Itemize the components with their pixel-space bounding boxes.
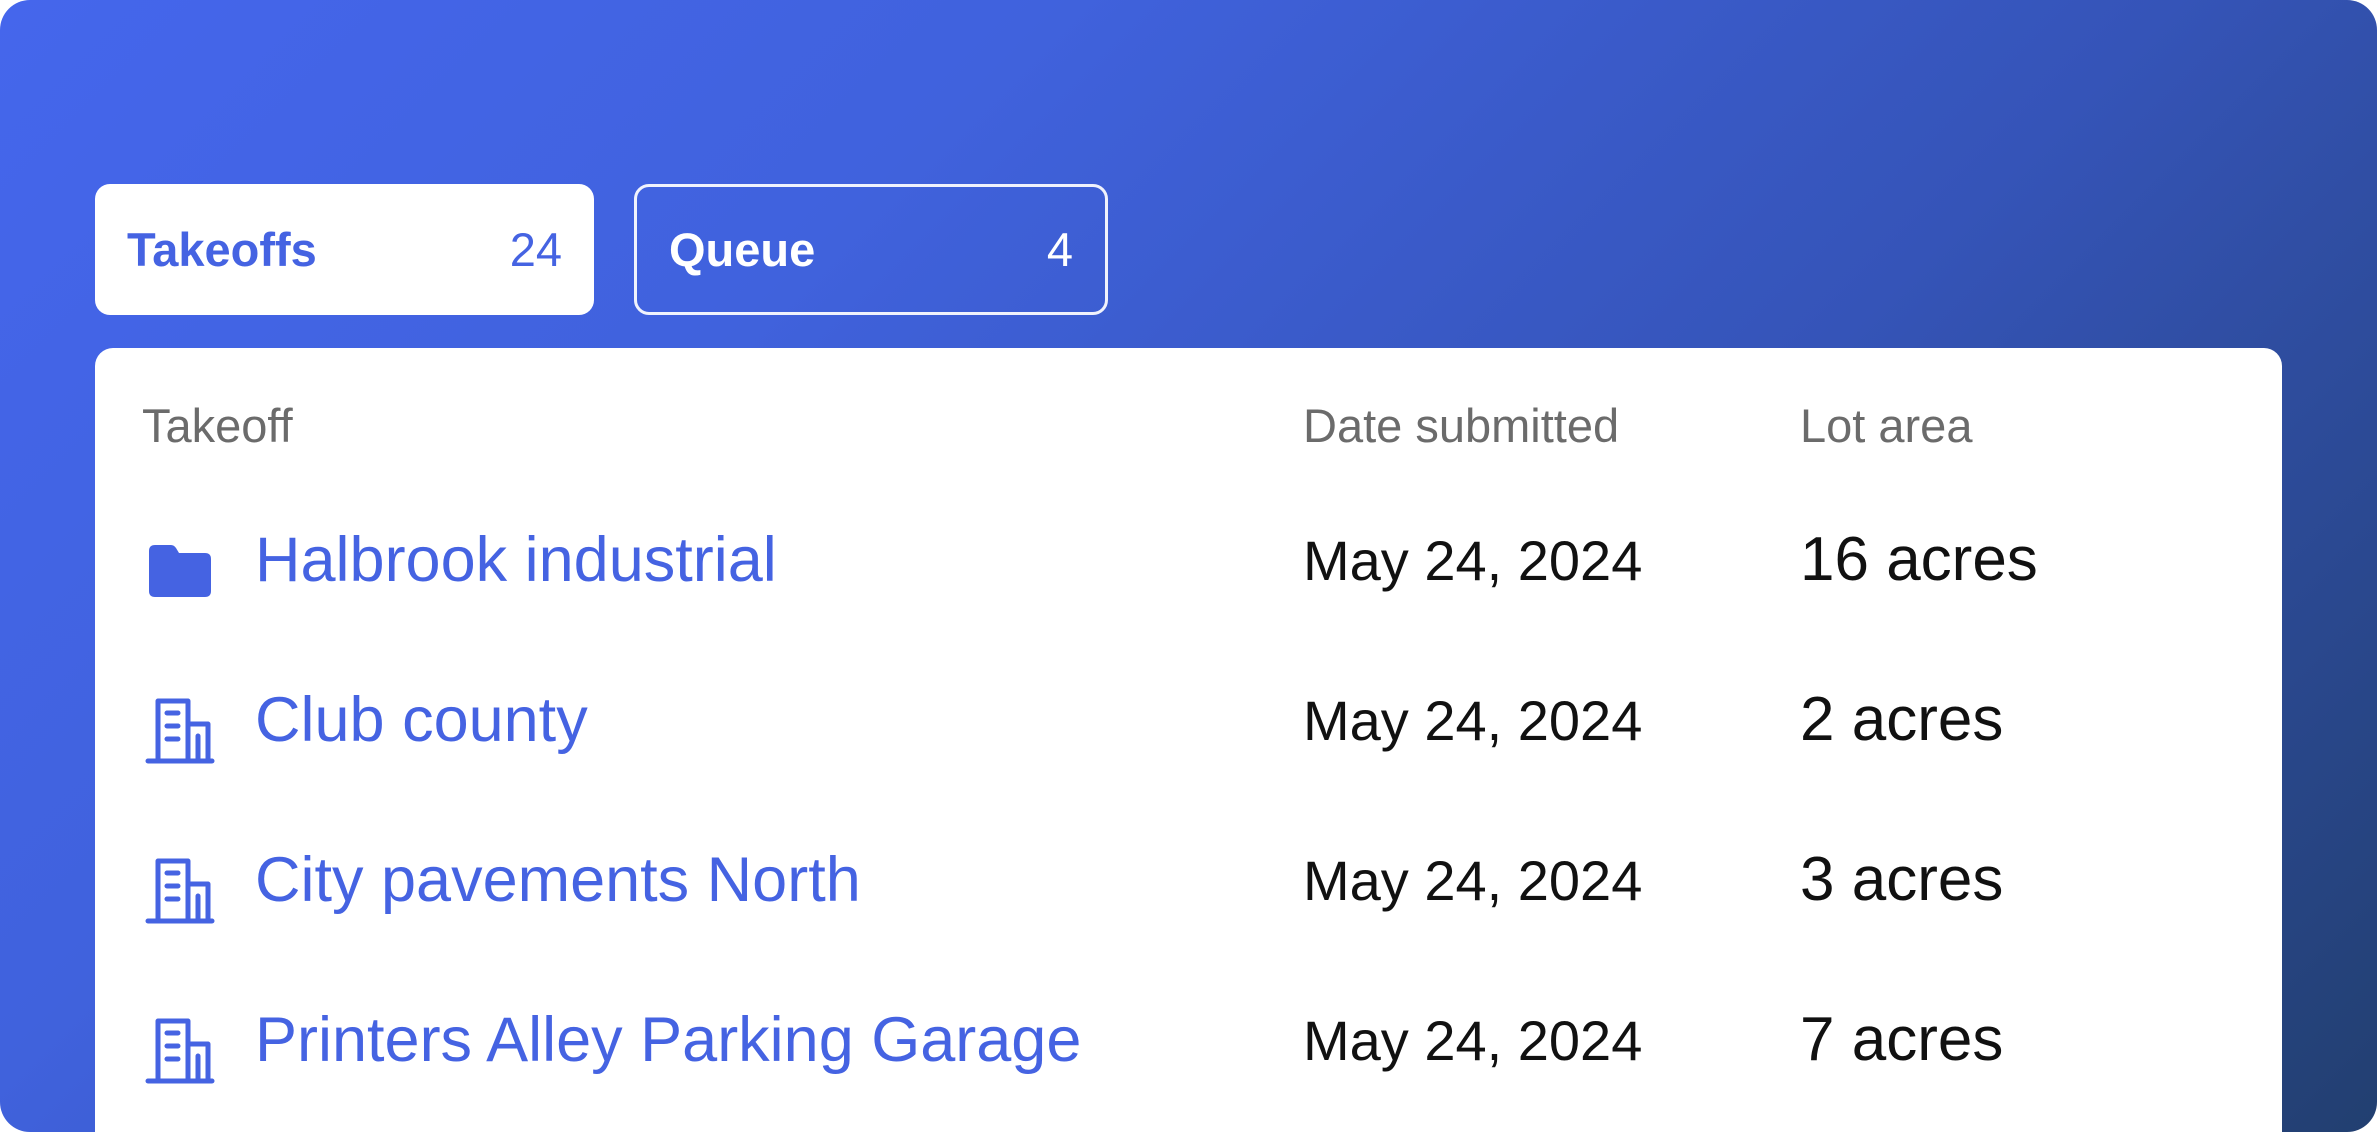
- date-submitted: May 24, 2024: [1303, 689, 1643, 752]
- tab-takeoffs[interactable]: Takeoffs 24: [95, 184, 594, 315]
- lot-area: 3 acres: [1800, 845, 2004, 914]
- date-submitted: May 24, 2024: [1303, 529, 1643, 592]
- takeoff-name-link[interactable]: Halbrook industrial: [255, 524, 777, 596]
- takeoff-name-link[interactable]: City pavements North: [255, 844, 861, 916]
- table-row[interactable]: Halbrook industrial May 24, 2024 16 acre…: [95, 506, 2282, 626]
- lot-area: 2 acres: [1800, 685, 2004, 754]
- tab-takeoffs-label: Takeoffs: [127, 223, 317, 276]
- tab-bar: Takeoffs 24 Queue 4: [95, 184, 1108, 315]
- tab-queue[interactable]: Queue 4: [634, 184, 1108, 315]
- column-header-lot-area: Lot area: [1800, 399, 1973, 452]
- table-row[interactable]: Printers Alley Parking Garage May 24, 20…: [95, 986, 2282, 1106]
- building-icon: [145, 1016, 215, 1086]
- date-submitted: May 24, 2024: [1303, 1009, 1643, 1072]
- date-submitted: May 24, 2024: [1303, 849, 1643, 912]
- tab-takeoffs-count: 24: [509, 223, 562, 276]
- takeoff-name-link[interactable]: Club county: [255, 684, 588, 756]
- building-icon: [145, 696, 215, 766]
- tab-queue-count: 4: [1046, 223, 1073, 276]
- building-icon: [145, 856, 215, 926]
- folder-icon: [145, 536, 215, 606]
- table-row[interactable]: City pavements North May 24, 2024 3 acre…: [95, 826, 2282, 946]
- tab-queue-label: Queue: [669, 223, 816, 276]
- lot-area: 7 acres: [1800, 1005, 2004, 1074]
- lot-area: 16 acres: [1800, 525, 2038, 594]
- takeoffs-table: Takeoff Date submitted Lot area Halbrook…: [95, 348, 2282, 1132]
- column-header-takeoff: Takeoff: [142, 399, 293, 452]
- takeoffs-panel: Takeoffs 24 Queue 4 Takeoff Date submitt…: [0, 0, 2377, 1132]
- takeoff-name-link[interactable]: Printers Alley Parking Garage: [255, 1004, 1081, 1076]
- table-row[interactable]: Club county May 24, 2024 2 acres: [95, 666, 2282, 786]
- column-header-date-submitted: Date submitted: [1303, 399, 1620, 452]
